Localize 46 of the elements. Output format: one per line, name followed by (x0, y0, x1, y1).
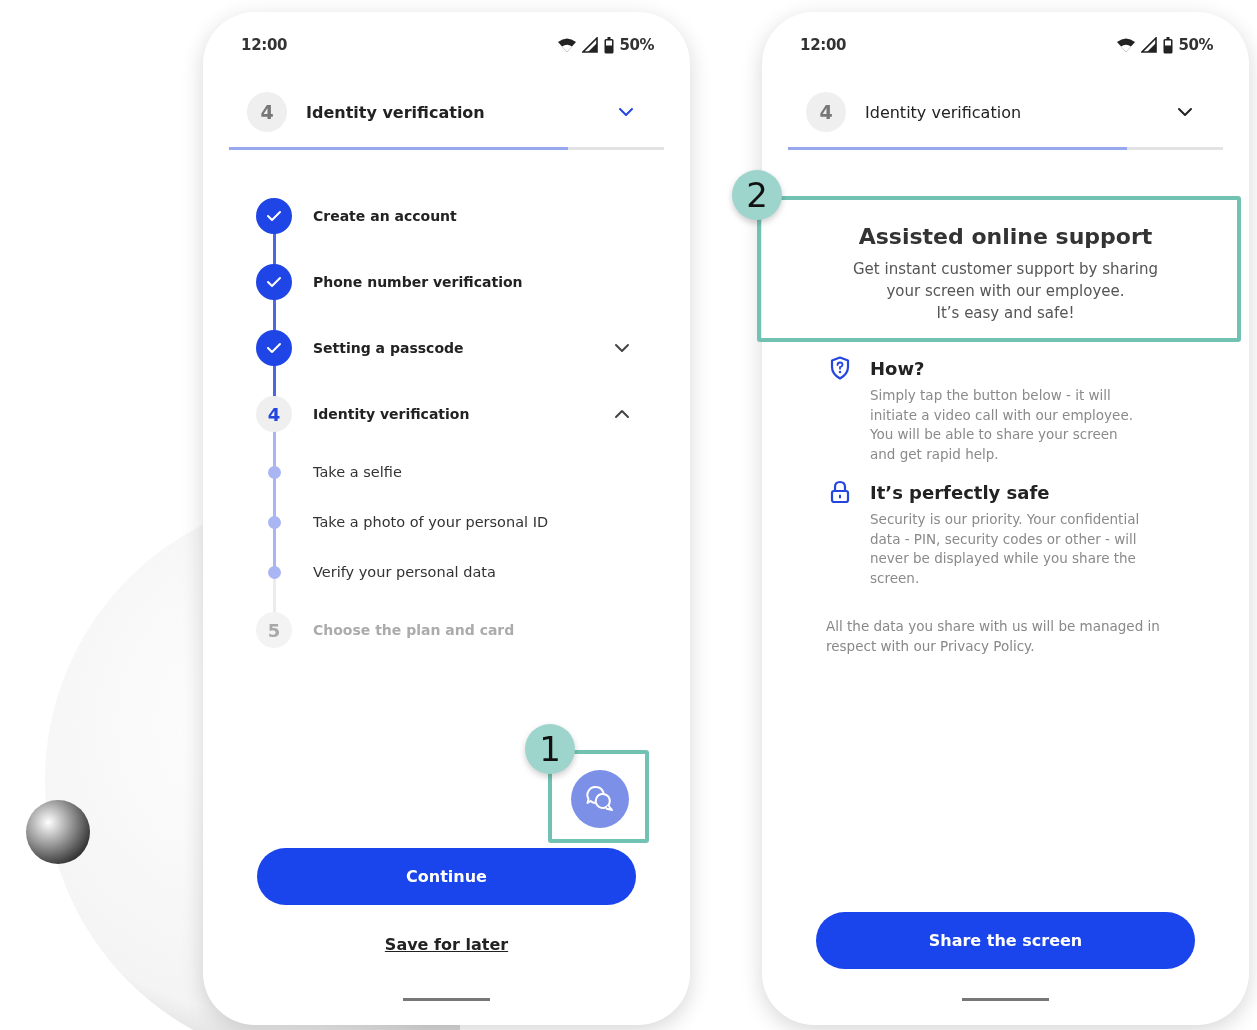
lock-icon (830, 480, 850, 504)
check-icon (266, 342, 282, 354)
substep-label: Take a photo of your personal ID (313, 514, 549, 530)
clock-time: 12:00 (800, 36, 847, 54)
step-label: Setting a passcode (313, 340, 464, 356)
continue-button[interactable]: Continue (257, 848, 636, 905)
step-label: Choose the plan and card (313, 622, 515, 638)
feature-title: How? (870, 357, 926, 379)
battery-percentage: 50% (1178, 36, 1213, 54)
section-title: Assisted online support (857, 223, 1154, 251)
wifi-icon (557, 38, 576, 52)
step-status-marker: 5 (256, 612, 292, 648)
step-status-marker: 4 (256, 396, 292, 432)
clock-time: 12:00 (241, 36, 288, 54)
step-number-badge: 4 (806, 92, 846, 132)
current-step-title: Identity verification (865, 102, 1022, 122)
callout-number: 2 (732, 170, 782, 220)
substep-label: Take a selfie (313, 464, 402, 480)
save-for-later-link[interactable]: Save for later (384, 935, 509, 954)
signal-icon (581, 37, 598, 53)
step-label: Create an account (313, 208, 457, 224)
check-icon (266, 276, 282, 288)
battery-icon (603, 36, 614, 54)
feature-description: Simply tap the button below - it will initiate a video call with our employee. You will be able to share your screen and get rapid help. (870, 386, 1134, 464)
signal-icon (1140, 37, 1157, 53)
substep-dot (267, 565, 281, 579)
substep-label: Verify your personal data (313, 564, 496, 580)
feature-description: Security is our priority. Your confidential data - PIN, security codes or other - will never be displayed while you share the screen. (870, 510, 1141, 588)
chat-bubbles-icon (585, 785, 615, 813)
check-icon (266, 210, 282, 222)
callout-number: 1 (525, 724, 575, 774)
feature-title: It’s perfectly safe (870, 481, 1051, 503)
wifi-icon (1116, 38, 1135, 52)
current-step-title: Identity verification (306, 102, 485, 122)
battery-icon (1162, 36, 1173, 54)
chat-button[interactable] (571, 770, 629, 828)
step-number-badge: 4 (247, 92, 287, 132)
step-label: Phone number verification (313, 274, 523, 290)
battery-percentage: 50% (619, 36, 654, 54)
share-screen-button[interactable]: Share the screen (816, 912, 1195, 969)
intro-text: Get instant customer support by sharing your screen with our employee. It’s easy and safe! (852, 259, 1159, 324)
substep-dot (267, 515, 281, 529)
shield-question-icon (830, 356, 850, 380)
step-label: Identity verification (313, 406, 470, 422)
substep-dot (267, 465, 281, 479)
privacy-note: All the data you share with us will be managed in respect with our Privacy Policy. (825, 617, 1161, 656)
